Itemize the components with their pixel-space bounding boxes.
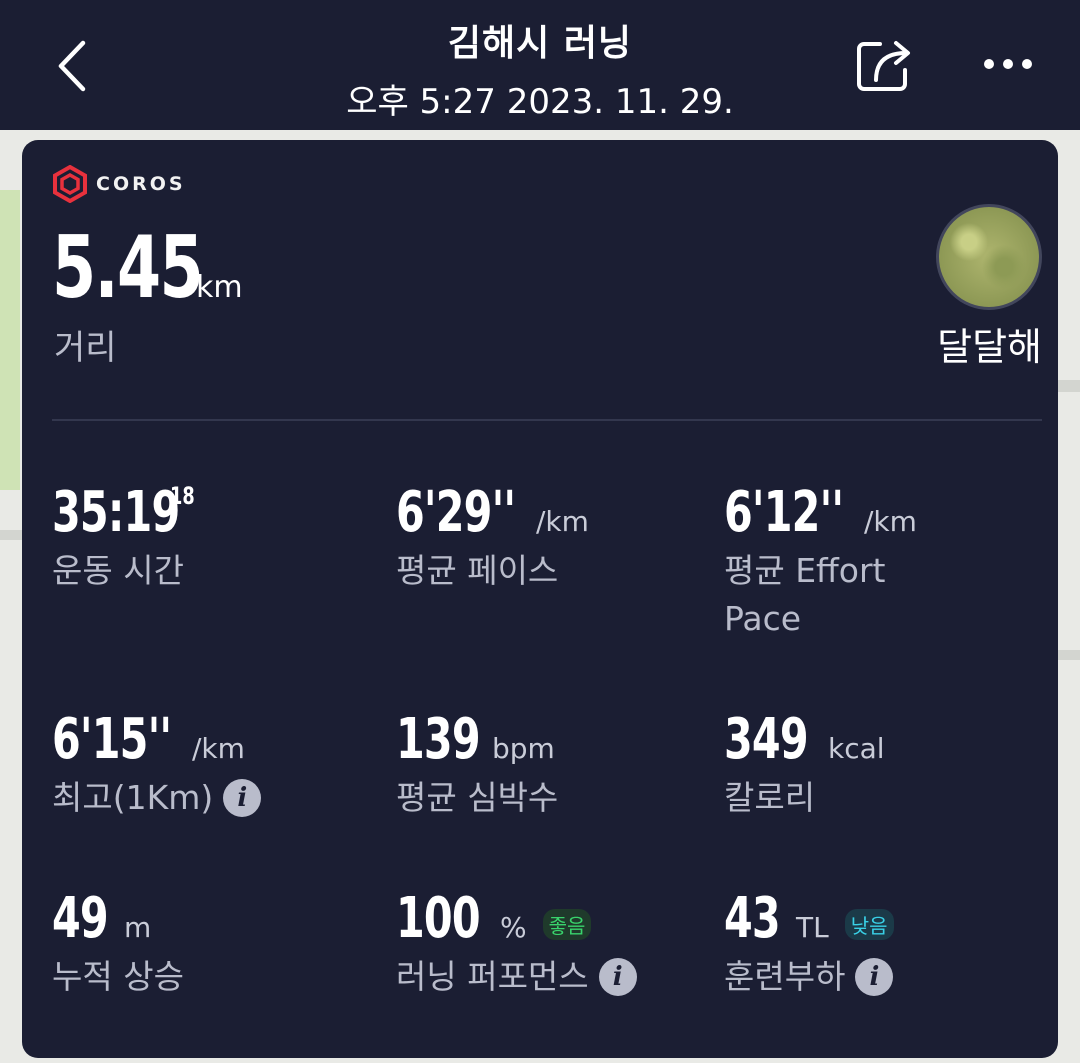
stat-duration: 35:19 18 운동 시간	[52, 480, 200, 595]
stat-value: 349	[724, 707, 809, 772]
more-dots-icon	[984, 59, 1032, 69]
stat-unit: /km	[864, 505, 917, 538]
stat-unit: bpm	[492, 732, 555, 765]
stat-running-performance: 100 % 좋음 러닝 퍼포먼스 i	[396, 886, 637, 1001]
info-icon[interactable]: i	[223, 779, 262, 817]
map-road	[0, 530, 22, 540]
stat-avg-heart-rate: 139 bpm 평균 심박수	[396, 707, 558, 822]
stat-label: 평균 페이스	[396, 551, 559, 590]
stat-label: 훈련부하	[724, 957, 846, 996]
stat-value: 49	[52, 886, 109, 951]
stat-label: 평균 Effort	[724, 551, 886, 590]
stat-value-fraction: 18	[170, 482, 195, 510]
stat-label: 칼로리	[724, 778, 816, 817]
stat-label: 최고(1Km)	[52, 778, 214, 817]
share-icon	[857, 41, 910, 91]
distance-value-group: 5.45 km	[52, 218, 243, 318]
activity-datetime: 오후 5:27 2023. 11. 29.	[346, 82, 734, 122]
distance-unit: km	[196, 270, 243, 305]
share-button[interactable]	[852, 36, 916, 96]
stat-unit: /km	[192, 732, 245, 765]
info-icon[interactable]: i	[855, 958, 894, 996]
stat-value: 35:19	[52, 480, 180, 545]
stat-elevation-gain: 49 m 누적 상승	[52, 886, 184, 1001]
map-road	[1058, 650, 1080, 660]
stat-calories: 349 kcal 칼로리	[724, 707, 885, 822]
map-park-area	[0, 190, 20, 490]
stat-training-load: 43 TL 낮음 훈련부하 i	[724, 886, 894, 1001]
user-name: 달달해	[937, 325, 1042, 369]
more-options-button[interactable]	[976, 44, 1040, 84]
map-road	[1058, 380, 1080, 392]
activity-summary-card: COROS 5.45 km 거리 달달해 35:19 18 운동 시간 6'29…	[22, 140, 1058, 1058]
distance-value: 5.45	[52, 218, 204, 318]
brand-logo: COROS	[52, 164, 186, 204]
stat-label: 평균 심박수	[396, 778, 559, 817]
stat-value: 6'15''	[52, 707, 172, 772]
stat-label-line2: Pace	[724, 599, 802, 638]
stat-label: 운동 시간	[52, 551, 184, 590]
stat-avg-pace: 6'29'' /km 평균 페이스	[396, 480, 589, 595]
stat-unit: %	[500, 911, 527, 944]
stat-unit: m	[124, 911, 152, 944]
divider	[52, 419, 1042, 421]
stat-value: 6'12''	[724, 480, 844, 545]
stat-unit: TL	[796, 911, 829, 944]
stat-unit: /km	[536, 505, 589, 538]
stat-value: 139	[396, 707, 481, 772]
distance-label: 거리	[54, 328, 117, 368]
status-badge: 낮음	[844, 909, 894, 940]
stat-label: 러닝 퍼포먼스	[396, 957, 589, 996]
top-app-bar: 김해시 러닝 오후 5:27 2023. 11. 29.	[0, 0, 1080, 130]
stat-value: 43	[724, 886, 781, 951]
avatar[interactable]	[936, 204, 1042, 310]
status-badge: 좋음	[542, 909, 592, 940]
page-title: 김해시 러닝	[447, 23, 633, 64]
info-icon[interactable]: i	[598, 958, 637, 996]
stat-best-km: 6'15'' /km 최고(1Km) i	[52, 707, 262, 822]
coros-logo-icon	[53, 165, 87, 203]
stat-label: 누적 상승	[52, 957, 184, 996]
stat-value: 100	[396, 886, 481, 951]
stat-unit: kcal	[828, 732, 885, 765]
stat-value: 6'29''	[396, 480, 516, 545]
brand-name: COROS	[96, 173, 186, 195]
stat-avg-effort-pace: 6'12'' /km 평균 Effort Pace	[724, 480, 917, 643]
